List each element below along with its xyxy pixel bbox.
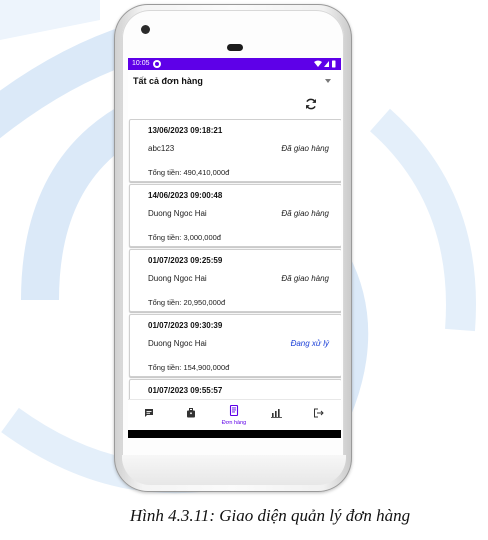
nav-item-logout[interactable]: [300, 400, 336, 431]
status-time: 10:05: [132, 60, 150, 67]
order-total: Tổng tiền: 490,410,000đ: [148, 168, 230, 177]
notification-app-icon: [153, 60, 161, 68]
order-status: Đang xử lý: [290, 339, 329, 348]
front-camera: [141, 25, 150, 34]
order-date: 01/07/2023 09:30:39: [148, 321, 223, 330]
figure-caption: Hình 4.3.11: Giao diện quản lý đơn hàng: [129, 506, 411, 525]
order-total: Tổng tiền: 20,950,000đ: [148, 298, 226, 307]
nav-item-orders[interactable]: Đơn hàng: [216, 400, 252, 431]
bottom-navigation: Đơn hàng: [128, 399, 341, 431]
order-status: Đã giao hàng: [281, 209, 329, 218]
statistics-icon: [271, 409, 282, 418]
order-customer: Duong Ngoc Hai: [148, 209, 207, 218]
order-date: 14/06/2023 09:00:48: [148, 191, 223, 200]
nav-label-orders: Đơn hàng: [221, 420, 247, 426]
order-customer: Duong Ngoc Hai: [148, 274, 207, 283]
system-navigation-bar: [128, 430, 341, 438]
logout-icon: [314, 408, 324, 418]
product-box-icon: [187, 408, 195, 418]
status-bar: 10:05: [128, 58, 341, 70]
order-status: Đã giao hàng: [281, 274, 329, 283]
order-customer: abc123: [148, 144, 175, 153]
phone-chin: [122, 455, 346, 485]
order-date: 13/06/2023 09:18:21: [148, 126, 223, 135]
order-card[interactable]: 01/07/2023 09:30:39 Duong Ngoc Hai Đang …: [129, 314, 341, 377]
order-card[interactable]: 14/06/2023 09:00:48 Duong Ngoc Hai Đã gi…: [129, 184, 341, 247]
nav-item-products[interactable]: [173, 400, 209, 431]
order-total: Tổng tiền: 154,900,000đ: [148, 363, 230, 372]
wifi-signal-battery-icons: [314, 60, 336, 68]
earpiece-speaker: [227, 44, 243, 51]
order-customer: Duong Ngoc Hai: [148, 339, 207, 348]
order-card[interactable]: 13/06/2023 09:18:21 abc123 Đã giao hàng …: [129, 119, 341, 182]
order-filter-dropdown[interactable]: Tất cả đơn hàng: [128, 70, 341, 92]
nav-item-messages[interactable]: [131, 400, 167, 431]
filter-selected-value: Tất cả đơn hàng: [133, 76, 203, 86]
nav-item-statistics[interactable]: [258, 400, 294, 431]
order-date: 01/07/2023 09:55:57: [148, 386, 223, 395]
order-list: 13/06/2023 09:18:21 abc123 Đã giao hàng …: [128, 119, 341, 438]
orders-icon: [229, 405, 239, 416]
app-screen: 10:05 Tất cả đơn hàng 13/06/2023 09:18:2…: [128, 58, 341, 438]
order-total: Tổng tiền: 3,000,000đ: [148, 233, 221, 242]
order-status: Đã giao hàng: [281, 144, 329, 153]
order-date: 01/07/2023 09:25:59: [148, 256, 223, 265]
message-icon: [145, 409, 153, 417]
refresh-icon[interactable]: [304, 97, 318, 111]
order-card[interactable]: 01/07/2023 09:25:59 Duong Ngoc Hai Đã gi…: [129, 249, 341, 312]
dropdown-caret-icon: [325, 79, 331, 83]
